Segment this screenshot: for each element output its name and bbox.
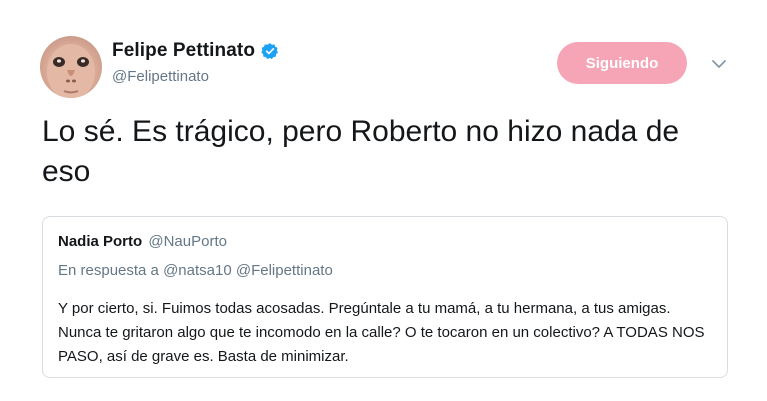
quoted-tweet-card[interactable]: Nadia Porto @NauPorto En respuesta a @na…: [42, 216, 728, 378]
reply-mentions[interactable]: @natsa10 @Felipettinato: [163, 262, 333, 279]
author-display-name[interactable]: Felipe Pettinato: [112, 40, 255, 62]
quoted-username: @NauPorto: [148, 233, 227, 250]
author-avatar[interactable]: [40, 36, 102, 98]
quoted-tweet-header: Nadia Porto @NauPorto: [58, 233, 227, 250]
quoted-display-name: Nadia Porto: [58, 233, 143, 250]
profile-photo-icon: [47, 44, 95, 98]
author-username[interactable]: @Felipettinato: [112, 68, 279, 85]
display-name-row: Felipe Pettinato: [112, 40, 279, 62]
following-button[interactable]: Siguiendo: [557, 42, 687, 84]
author-info: Felipe Pettinato @Felipettinato: [112, 40, 279, 85]
reply-prefix: En respuesta a: [58, 262, 159, 279]
tweet-text: Lo sé. Es trágico, pero Roberto no hizo …: [42, 115, 680, 188]
tweet-card: Felipe Pettinato @Felipettinato Siguiend…: [0, 0, 767, 401]
reply-context: En respuesta a @natsa10 @Felipettinato: [58, 262, 333, 279]
quoted-tweet-text: Y por cierto, si. Fuimos todas acosadas.…: [58, 300, 705, 365]
chevron-down-icon[interactable]: [709, 54, 729, 74]
verified-badge-icon: [261, 43, 279, 59]
